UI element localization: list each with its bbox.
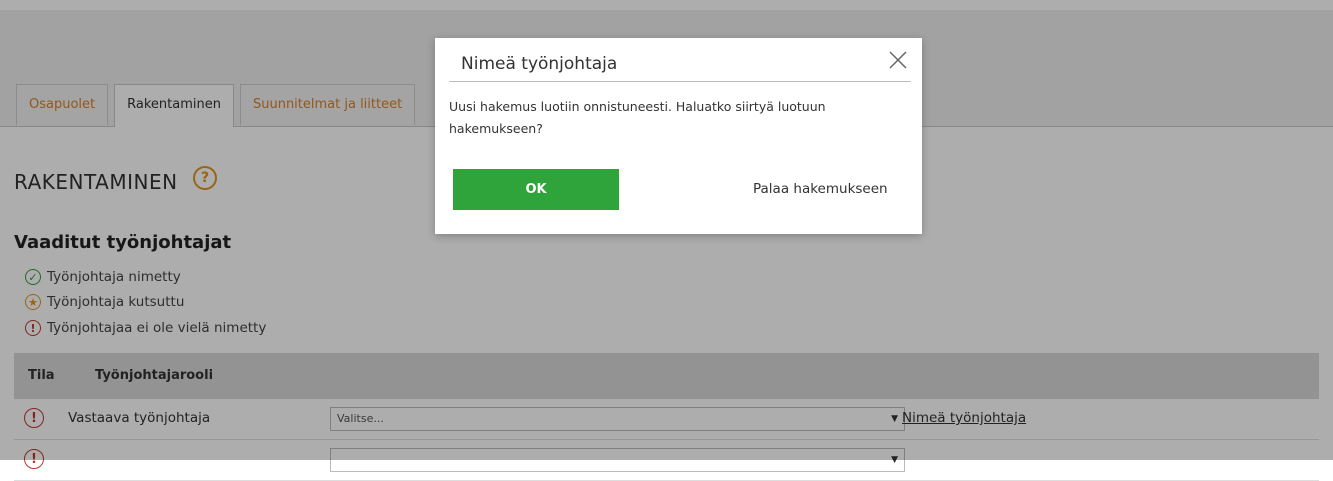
ok-button[interactable]: OK (453, 169, 619, 210)
dialog-divider (449, 81, 911, 82)
close-icon[interactable] (886, 48, 910, 72)
dialog-message: Uusi hakemus luotiin onnistuneesti. Halu… (449, 99, 826, 136)
return-to-application-button[interactable]: Palaa hakemukseen (753, 181, 888, 197)
dialog-title: Nimeä työnjohtaja (461, 54, 618, 74)
name-foreman-dialog: Nimeä työnjohtaja Uusi hakemus luotiin o… (435, 38, 922, 234)
